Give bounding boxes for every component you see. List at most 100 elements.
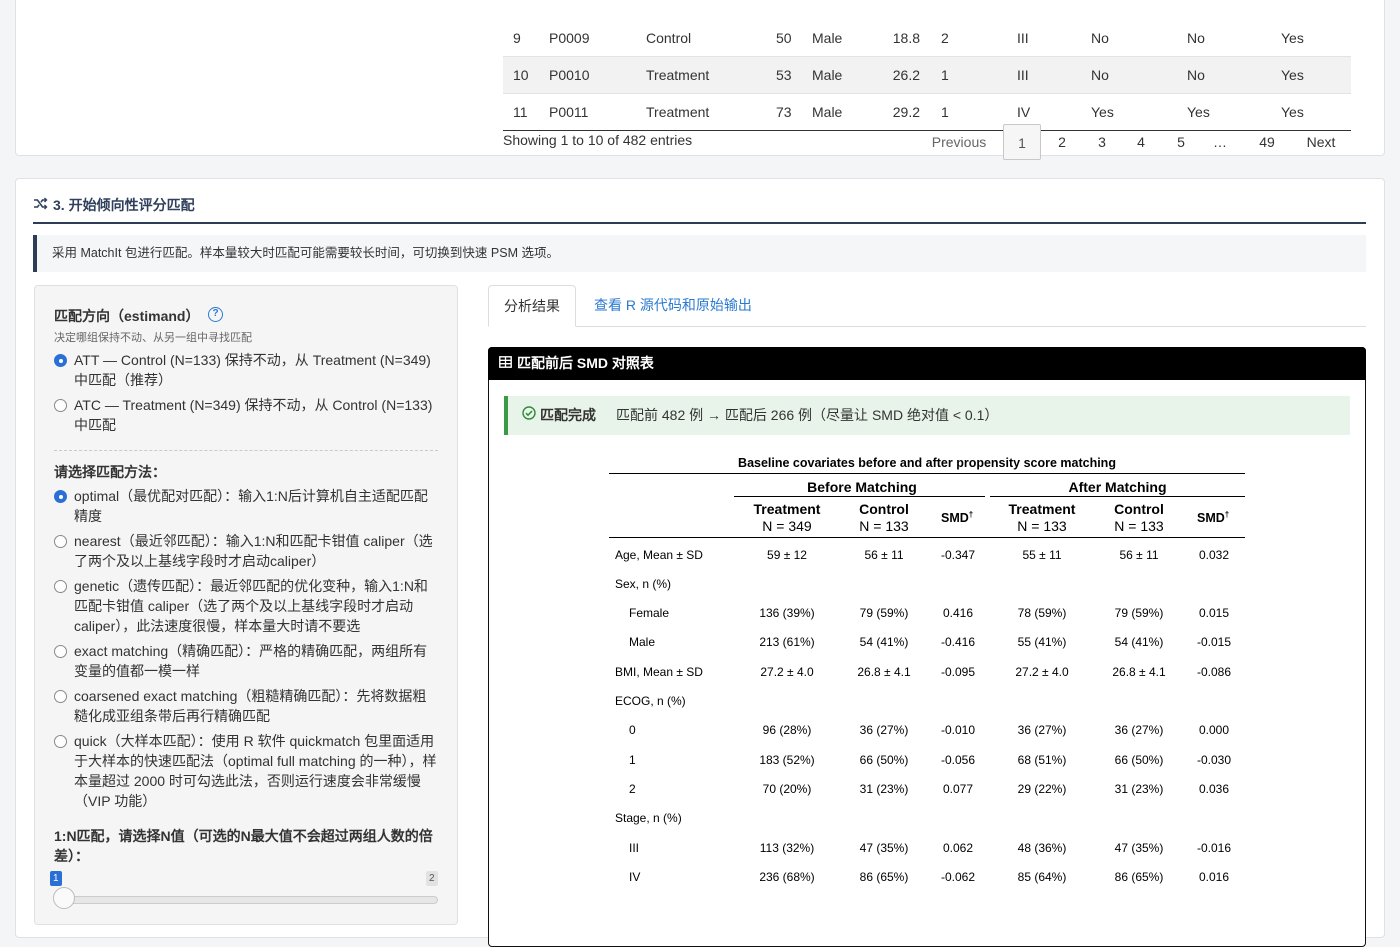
estimand-description: 决定哪组保持不动、从另一组中寻找匹配: [54, 332, 252, 344]
result-box-title: 匹配前后 SMD 对照表: [517, 355, 654, 371]
estimand-option-label[interactable]: ATT — Control (N=133) 保持不动，从 Treatment (…: [74, 350, 440, 390]
smd-table-caption: Baseline covariates before and after pro…: [738, 456, 1116, 470]
divider: [54, 450, 438, 451]
estimand-radio-1[interactable]: [54, 354, 67, 367]
pagination-next[interactable]: Next: [1296, 124, 1346, 160]
table-cell: -0.086: [1196, 665, 1232, 679]
table-cell: P0010: [549, 67, 590, 83]
table-cell: 96 (28%): [762, 723, 812, 737]
table-cell: 0.016: [1198, 870, 1230, 884]
help-icon[interactable]: ?: [208, 307, 223, 322]
method-radio-4[interactable]: [54, 645, 67, 658]
table-cell: Yes: [1281, 30, 1304, 46]
pagination-page[interactable]: 5: [1162, 124, 1200, 160]
row-label: ECOG, n (%): [615, 694, 686, 708]
column-name: Treatment: [753, 501, 821, 517]
table-cell: 0.032: [1198, 548, 1230, 562]
method-option-label[interactable]: coarsened exact matching（粗糙精确匹配）：先将数据粗糙化…: [74, 686, 440, 726]
method-option-label[interactable]: genetic（遗传匹配）：最近邻匹配的优化变种，输入1:N和匹配卡钳值 cal…: [74, 576, 440, 636]
table-cell: 213 (61%): [759, 635, 815, 649]
table-cell: 85 (64%): [1017, 870, 1067, 884]
method-radio-3[interactable]: [54, 580, 67, 593]
table-cell: 2: [941, 30, 949, 46]
before-matching-header: Before Matching: [807, 479, 917, 495]
table-cell: 0.015: [1198, 606, 1230, 620]
method-option-label[interactable]: nearest（最近邻匹配）：输入1:N和匹配卡钳值 caliper（选了两个及…: [74, 531, 440, 571]
method-radio-5[interactable]: [54, 690, 67, 703]
table-cell: 48 (36%): [1017, 841, 1067, 855]
tab-r-source-code[interactable]: 查看 R 源代码和原始输出: [594, 285, 752, 327]
table-cell: 113 (32%): [759, 841, 815, 855]
table-cell: 0.000: [1198, 723, 1230, 737]
pagination-page[interactable]: 49: [1243, 124, 1291, 160]
shuffle-icon: [33, 197, 48, 213]
row-label: Sex, n (%): [615, 577, 672, 591]
column-header-smd: SMD†: [941, 510, 973, 525]
table-cell: 10: [513, 67, 529, 83]
pagination-page[interactable]: 3: [1083, 124, 1121, 160]
estimand-label: 匹配方向（estimand）: [54, 308, 200, 324]
table-cell: 55 (41%): [1017, 635, 1067, 649]
table-cell: 59 ± 12: [767, 548, 807, 562]
ratio-slider-track[interactable]: [54, 896, 438, 904]
table-cell: 78 (59%): [1017, 606, 1067, 620]
table-cell: 36 (27%): [1017, 723, 1067, 737]
pagination-ellipsis: …: [1213, 134, 1227, 150]
section-divider: [33, 222, 1366, 224]
tab-divider: [576, 326, 1366, 327]
row-label: IV: [629, 870, 641, 884]
row-label: Stage, n (%): [615, 811, 682, 825]
table-cell: -0.015: [1196, 635, 1232, 649]
column-header: Control N = 133: [1089, 501, 1189, 535]
pagination-page[interactable]: 4: [1122, 124, 1160, 160]
column-name: SMD: [941, 511, 969, 526]
row-label: 1: [629, 753, 636, 767]
estimand-radio-2[interactable]: [54, 399, 67, 412]
pagination-previous[interactable]: Previous: [922, 124, 996, 160]
section-title: 3. 开始倾向性评分匹配: [33, 195, 195, 215]
row-label: III: [629, 841, 640, 855]
estimand-option-label[interactable]: ATC — Treatment (N=349) 保持不动，从 Control (…: [74, 395, 440, 435]
table-cell: 1: [941, 67, 949, 83]
after-matching-header: After Matching: [1068, 479, 1167, 495]
table-cell: 11: [513, 104, 528, 120]
ratio-slider-handle[interactable]: [53, 887, 75, 909]
match-complete-alert: 匹配完成 匹配前 482 例 → 匹配后 266 例（尽量让 SMD 绝对值 <…: [504, 396, 1350, 435]
method-radio-6[interactable]: [54, 735, 67, 748]
table-cell: 27.2 ± 4.0: [1015, 665, 1069, 679]
tab-analysis-results[interactable]: 分析结果: [488, 285, 576, 327]
method-option-label[interactable]: optimal（最优配对匹配）：输入1:N后计算机自主适配匹配精度: [74, 486, 440, 526]
pagination-page[interactable]: 2: [1043, 124, 1081, 160]
alert-text: 匹配前 482 例 → 匹配后 266 例（尽量让 SMD 绝对值 < 0.1）: [616, 407, 999, 423]
table-cell: No: [1091, 67, 1109, 83]
result-box-header: 匹配前后 SMD 对照表: [488, 347, 1366, 380]
row-label: 2: [629, 782, 636, 796]
column-header-smd: SMD†: [1197, 510, 1229, 525]
row-label: Female: [629, 606, 670, 620]
table-cell: Treatment: [646, 67, 710, 83]
column-footnote-mark: †: [1224, 510, 1230, 519]
table-cell: P0009: [549, 30, 590, 46]
patient-data-table: 9 P0009 Control 50 Male 18.8 2 III No No Yes 10 P001…: [503, 20, 1351, 131]
method-radio-2[interactable]: [54, 535, 67, 548]
table-header-rule: [609, 537, 1245, 538]
table-cell: -0.030: [1196, 753, 1232, 767]
table-cell: Treatment: [646, 104, 710, 120]
table-top-rule: [609, 473, 1245, 474]
table-cell: III: [1017, 30, 1029, 46]
table-cell: 50: [776, 30, 792, 46]
table-cell: 70 (20%): [762, 782, 812, 796]
table-cell: 73: [776, 104, 792, 120]
table-cell: 236 (68%): [759, 870, 815, 884]
table-cell: Control: [646, 30, 692, 46]
method-option-label[interactable]: quick（大样本匹配）：使用 R 软件 quickmatch 包里面适用于大样…: [74, 731, 440, 811]
table-cell: 29.2: [892, 104, 920, 120]
method-option-label[interactable]: exact matching（精确匹配）：严格的精确匹配，两组所有变量的值都一模…: [74, 641, 440, 681]
table-row: 10 P0010 Treatment 53 Male 26.2 1 III No No Yes: [503, 57, 1351, 94]
method-radio-1[interactable]: [54, 490, 67, 503]
table-cell: -0.016: [1196, 841, 1232, 855]
pagination-page[interactable]: 1: [1003, 124, 1041, 160]
table-cell: 68 (51%): [1017, 753, 1067, 767]
column-name: Treatment: [1008, 501, 1076, 517]
column-header: Treatment N = 349: [737, 501, 837, 535]
